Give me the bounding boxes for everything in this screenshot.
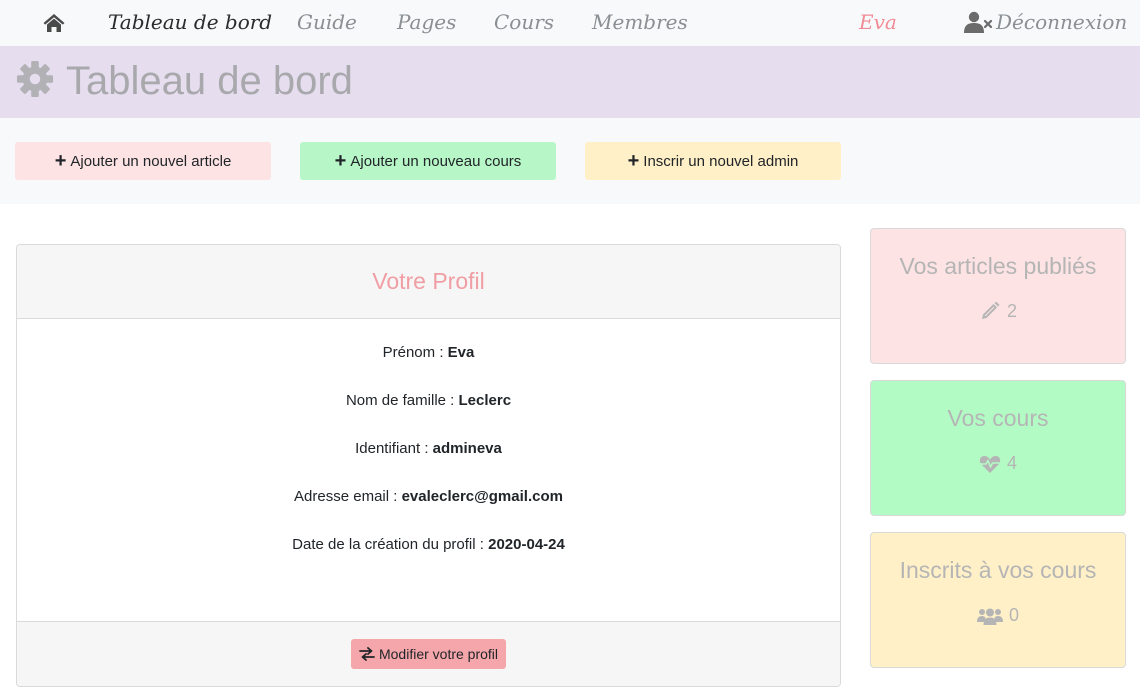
nav-tableau-de-bord[interactable]: Tableau de bord — [108, 9, 272, 35]
exchange-icon — [359, 647, 375, 661]
stat-card-courses: Vos cours 4 — [870, 380, 1126, 516]
field-value: Eva — [447, 344, 475, 361]
users-icon — [976, 608, 1003, 625]
home-icon[interactable] — [42, 11, 66, 35]
nav-pages[interactable]: Pages — [397, 9, 456, 35]
stat-articles-value: 2 — [1006, 301, 1017, 321]
field-label: Date de la création du profil : — [292, 536, 489, 553]
profile-field-last-name: Nom de famille : Leclerc — [17, 391, 840, 439]
top-navbar: Tableau de bord Guide Pages Cours Membre… — [0, 0, 1140, 46]
plus-icon: + — [334, 150, 347, 172]
edit-profile-button[interactable]: Modifier votre profil — [350, 639, 507, 669]
field-label: Identifiant : — [355, 440, 433, 457]
add-article-button[interactable]: + Ajouter un nouvel article — [15, 142, 271, 180]
field-value: Leclerc — [458, 392, 512, 409]
user-times-icon — [964, 11, 993, 33]
add-course-button[interactable]: + Ajouter un nouveau cours — [300, 142, 556, 180]
field-value: admineva — [432, 440, 502, 457]
add-admin-button[interactable]: + Inscrir un nouvel admin — [585, 142, 841, 180]
add-article-label: Ajouter un nouvel article — [70, 152, 232, 170]
profile-field-username: Identifiant : admineva — [17, 439, 840, 487]
field-value: evaleclerc@gmail.com — [401, 488, 563, 505]
profile-card-body: Prénom : Eva Nom de famille : Leclerc Id… — [17, 319, 840, 623]
page-header: Tableau de bord — [0, 46, 1140, 118]
profile-title: Votre Profil — [372, 268, 485, 294]
plus-icon: + — [54, 150, 67, 172]
stat-card-articles: Vos articles publiés 2 — [870, 228, 1126, 364]
field-label: Prénom : — [382, 344, 448, 361]
add-course-label: Ajouter un nouveau cours — [350, 152, 522, 170]
page-title: Tableau de bord — [66, 59, 353, 103]
nav-guide[interactable]: Guide — [297, 9, 357, 35]
heartbeat-icon — [979, 455, 1001, 473]
profile-field-created-date: Date de la création du profil : 2020-04-… — [17, 535, 840, 583]
logout-label: Déconnexion — [996, 10, 1128, 34]
stat-students-title: Inscrits à vos cours — [899, 557, 1097, 583]
stat-card-students: Inscrits à vos cours 0 — [870, 532, 1126, 668]
nav-cours[interactable]: Cours — [494, 9, 554, 35]
plus-icon: + — [627, 150, 640, 172]
nav-user-name[interactable]: Eva — [859, 9, 897, 35]
field-label: Adresse email : — [294, 488, 402, 505]
stat-courses-title: Vos cours — [947, 405, 1049, 431]
field-value: 2020-04-24 — [488, 536, 565, 553]
edit-profile-label: Modifier votre profil — [378, 646, 499, 662]
action-bar: + Ajouter un nouvel article + Ajouter un… — [0, 118, 1140, 204]
stat-students-row: 0 — [871, 605, 1125, 626]
add-admin-label: Inscrir un nouvel admin — [643, 152, 799, 170]
profile-field-first-name: Prénom : Eva — [17, 343, 840, 391]
field-label: Nom de famille : — [345, 392, 459, 409]
logout-link[interactable]: Déconnexion — [964, 9, 1127, 35]
stat-courses-value: 4 — [1006, 453, 1017, 473]
stat-courses-row: 4 — [871, 453, 1125, 474]
pencil-icon — [981, 301, 1000, 319]
profile-field-email: Adresse email : evaleclerc@gmail.com — [17, 487, 840, 535]
profile-card: Votre Profil Prénom : Eva Nom de famille… — [16, 244, 841, 687]
gear-icon — [16, 60, 54, 98]
stat-students-value: 0 — [1008, 605, 1019, 625]
profile-card-footer: Modifier votre profil — [17, 621, 840, 686]
nav-membres[interactable]: Membres — [592, 9, 688, 35]
profile-card-header: Votre Profil — [17, 245, 840, 319]
stat-articles-title: Vos articles publiés — [899, 253, 1097, 279]
stat-articles-row: 2 — [871, 301, 1125, 322]
